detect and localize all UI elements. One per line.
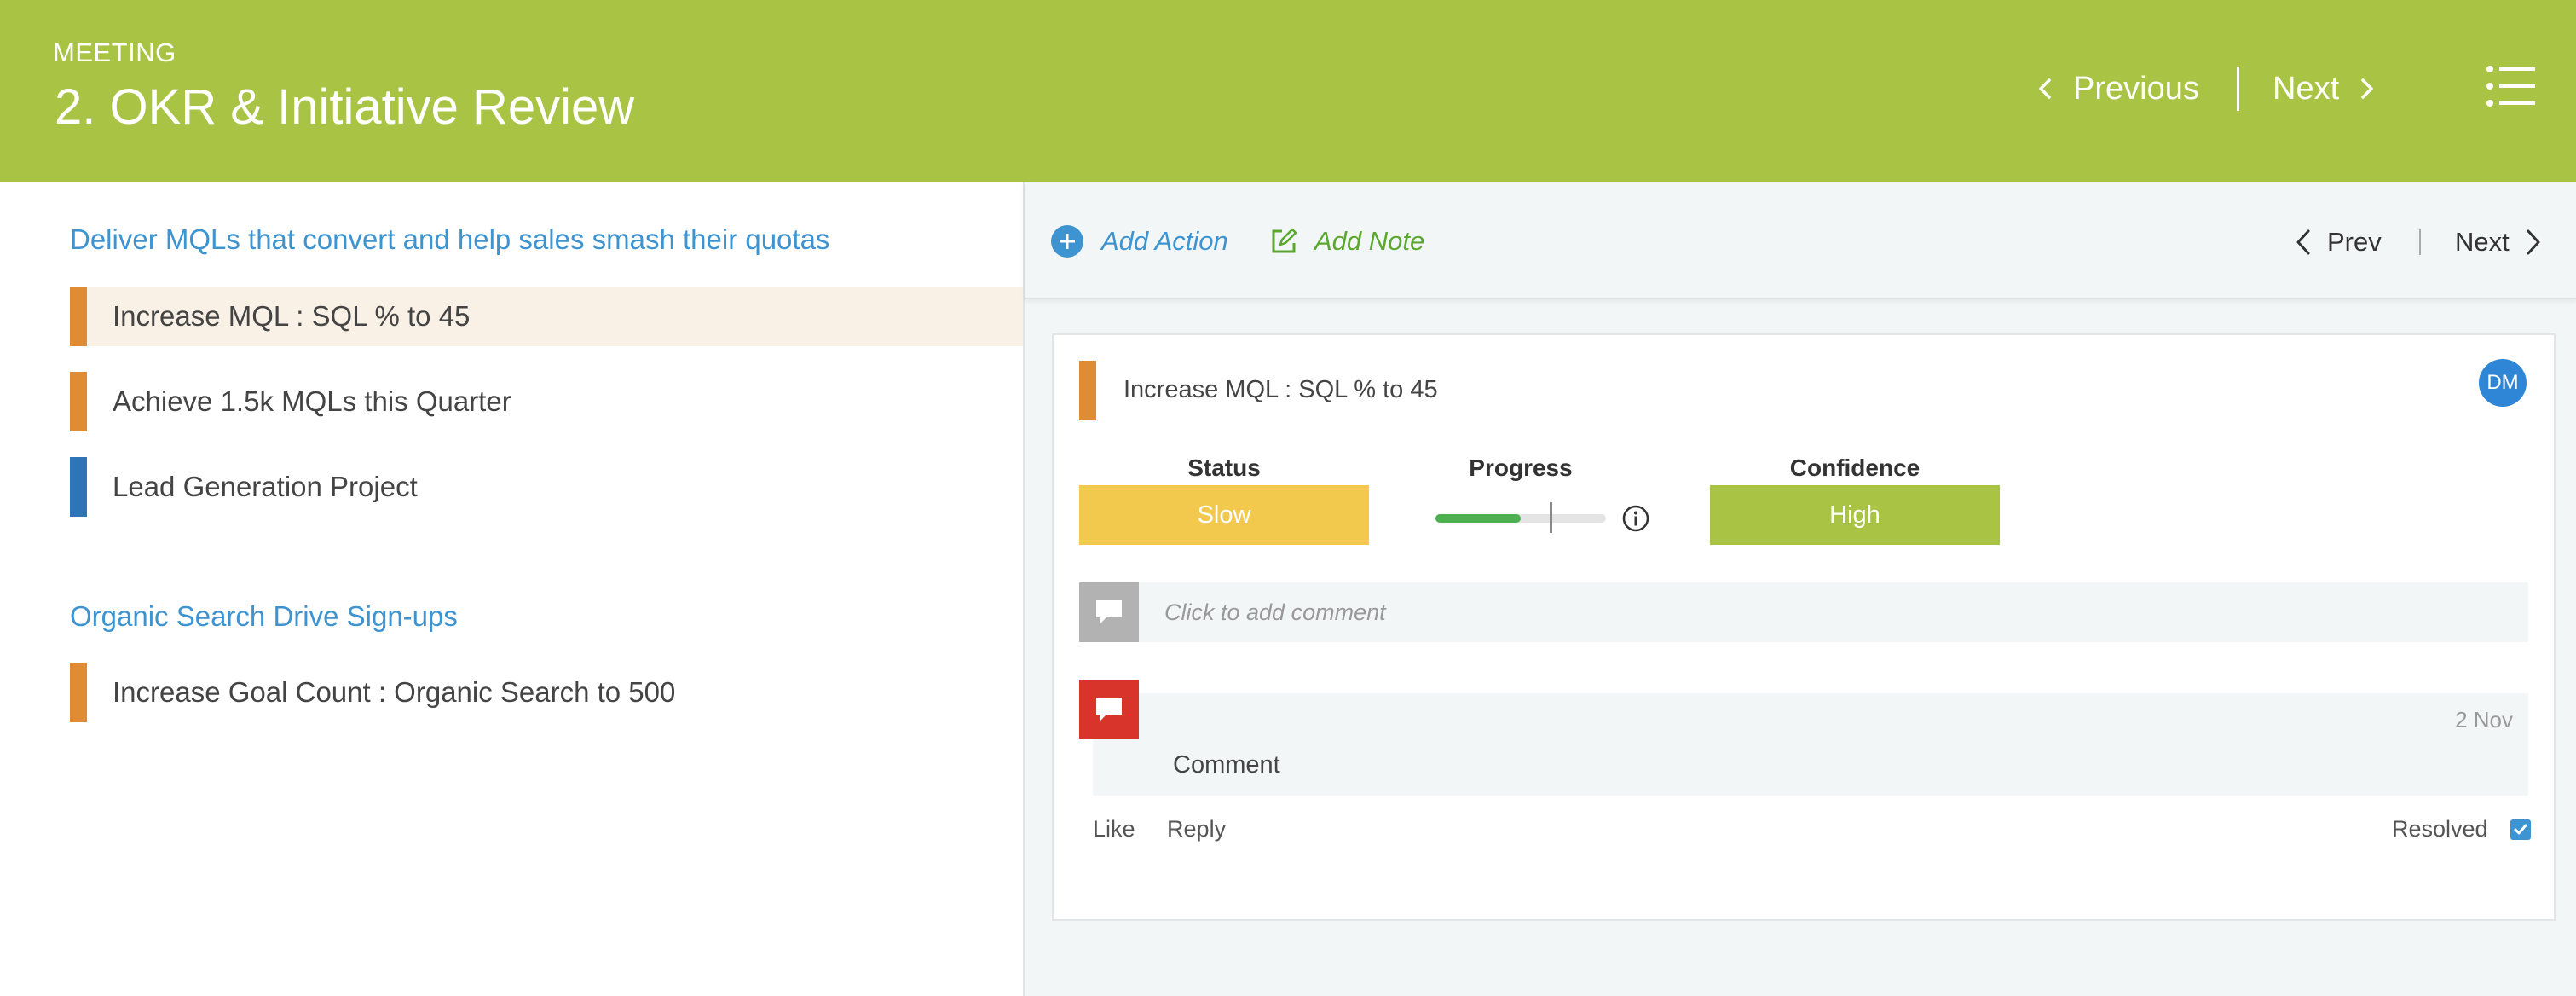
prev-item-button[interactable]: Prev <box>2293 223 2382 262</box>
key-result-label: Increase MQL : SQL % to 45 <box>113 300 471 332</box>
reply-button[interactable]: Reply <box>1167 816 1226 842</box>
initiative-item[interactable]: Lead Generation Project <box>70 457 1023 517</box>
prev-label: Prev <box>2327 227 2382 257</box>
add-note-button[interactable]: Add Note <box>1270 219 1424 263</box>
comment-icon <box>1079 680 1139 739</box>
chevron-left-icon <box>2039 78 2051 99</box>
header-nav-divider <box>2237 67 2239 111</box>
meeting-header: MEETING 2. OKR & Initiative Review Previ… <box>0 0 2576 182</box>
key-result-label: Increase Goal Count : Organic Search to … <box>113 676 676 708</box>
key-result-color-bar <box>70 372 87 431</box>
info-icon[interactable] <box>1621 504 1650 533</box>
initiative-color-bar <box>70 457 87 517</box>
agenda-menu-icon[interactable] <box>2486 65 2535 107</box>
next-section-button[interactable]: Next <box>2273 65 2378 113</box>
like-button[interactable]: Like <box>1093 816 1135 842</box>
progress-label: Progress <box>1469 455 1573 481</box>
card-title: Increase MQL : SQL % to 45 <box>1123 376 1438 403</box>
resolved-checkbox[interactable] <box>2510 819 2531 840</box>
comment-date: 2 Nov <box>2455 707 2513 733</box>
chevron-left-icon <box>2296 229 2310 255</box>
progress-slider-handle[interactable] <box>1550 502 1552 533</box>
add-note-label: Add Note <box>1314 226 1425 256</box>
key-result-color-bar <box>70 663 87 722</box>
check-icon <box>2514 824 2527 834</box>
plus-circle-icon <box>1051 225 1083 258</box>
resolved-label: Resolved <box>2392 816 2488 842</box>
key-result-item[interactable]: Increase Goal Count : Organic Search to … <box>70 663 1023 722</box>
card-color-bar <box>1079 361 1096 420</box>
key-result-color-bar <box>70 287 87 346</box>
chevron-right-icon <box>2361 78 2373 99</box>
key-result-card: Increase MQL : SQL % to 45 DM Status Slo… <box>1052 333 2556 921</box>
detail-panel: Add Action Add Note Prev Next Increase M… <box>1023 182 2576 996</box>
comment-bubble: 2 Nov Comment <box>1093 693 2528 796</box>
comment-icon <box>1079 582 1139 642</box>
previous-label: Previous <box>2073 70 2199 107</box>
comment-placeholder: Click to add comment <box>1164 599 1386 625</box>
confidence-dropdown[interactable]: High <box>1710 485 2000 545</box>
objective-title[interactable]: Organic Search Drive Sign-ups <box>70 600 458 633</box>
detail-toolbar: Add Action Add Note Prev Next <box>1025 182 2576 299</box>
edit-note-icon <box>1272 228 1297 253</box>
add-action-label: Add Action <box>1101 226 1228 256</box>
next-label: Next <box>2455 227 2510 257</box>
objective-title[interactable]: Deliver MQLs that convert and help sales… <box>70 223 829 256</box>
okr-list-panel: Deliver MQLs that convert and help sales… <box>0 182 1023 996</box>
confidence-label: Confidence <box>1789 455 1920 481</box>
page-title: 2. OKR & Initiative Review <box>55 79 635 135</box>
header-eyebrow: MEETING <box>53 38 176 67</box>
chevron-right-icon <box>2527 229 2540 255</box>
progress-slider[interactable] <box>1435 514 1606 523</box>
initiative-label: Lead Generation Project <box>113 471 418 502</box>
key-result-item[interactable]: Increase MQL : SQL % to 45 <box>70 287 1023 346</box>
comment-actions: Like Reply <box>1093 816 1251 843</box>
add-action-button[interactable]: Add Action <box>1050 219 1228 263</box>
progress-fill <box>1435 514 1521 523</box>
comment-text: Comment <box>1173 751 1280 779</box>
toolbar-nav-divider <box>2419 229 2421 255</box>
avatar[interactable]: DM <box>2479 359 2527 407</box>
previous-section-button[interactable]: Previous <box>2034 65 2199 113</box>
key-result-label: Achieve 1.5k MQLs this Quarter <box>113 385 511 417</box>
add-comment-field[interactable]: Click to add comment <box>1079 582 2528 642</box>
next-item-button[interactable]: Next <box>2455 223 2544 262</box>
key-result-item[interactable]: Achieve 1.5k MQLs this Quarter <box>70 372 1023 431</box>
status-dropdown[interactable]: Slow <box>1079 485 1369 545</box>
next-label: Next <box>2273 70 2340 107</box>
resolved-toggle: Resolved <box>2392 816 2531 843</box>
status-label: Status <box>1187 455 1261 481</box>
